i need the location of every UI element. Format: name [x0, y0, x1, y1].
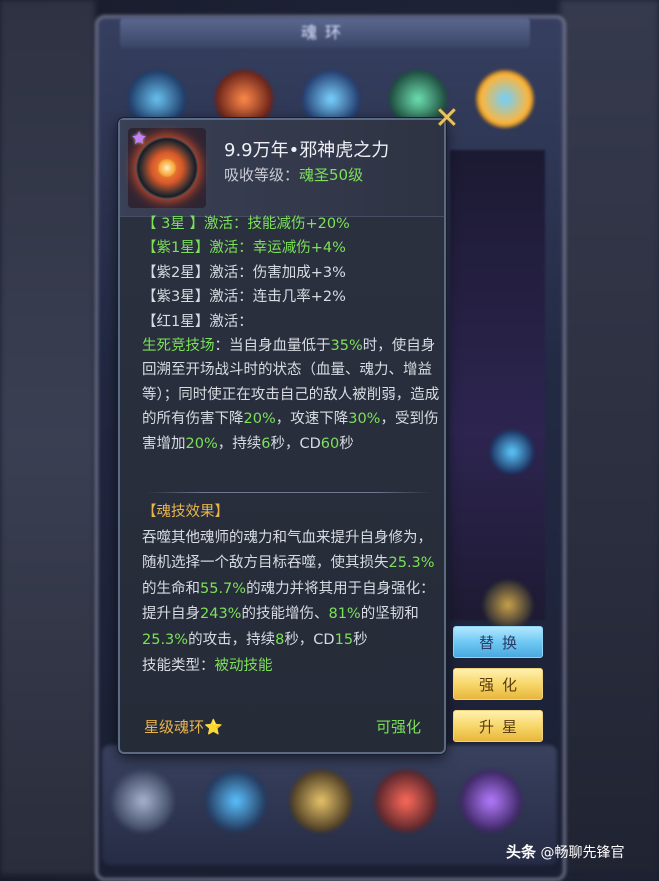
popup-header: ★ 9.9万年•邪神虎之力 吸收等级：魂圣50级 — [120, 120, 444, 217]
desc-text: ，持续 — [217, 435, 262, 452]
star-line: 【红1星】激活： — [142, 310, 442, 334]
star-effect: 伤害加成+3% — [252, 264, 346, 281]
can-enhance-status: 可强化 — [376, 718, 422, 736]
star-line: 【紫3星】激活：连击几率+2% — [142, 285, 442, 309]
desc-value: 15 — [334, 631, 354, 648]
desc-text: 的坚韧和 — [360, 606, 419, 623]
desc-value: 25.3% — [142, 631, 189, 648]
soul-ring-icon-frame: ★ — [128, 128, 206, 208]
background-bottom-icon — [112, 770, 174, 832]
star-tag: 【红1星】 — [142, 313, 210, 330]
star-tag: 【紫1星】 — [142, 240, 210, 257]
absorb-level: 吸收等级：魂圣50级 — [224, 164, 363, 185]
desc-value: 35% — [330, 337, 363, 354]
star-line: 【 3星 】激活：技能减伤+20% — [142, 212, 442, 236]
skill-effect-header: 【魂技效果】 — [142, 504, 229, 520]
background-bottom-icon — [290, 770, 352, 832]
skill-type-label: 技能类型： — [142, 657, 215, 674]
red-star-skill-name: 生死竞技场 — [142, 337, 215, 354]
desc-value: 30% — [348, 411, 381, 428]
desc-value: 81% — [328, 606, 361, 623]
star-soul-ring-label: 星级魂环⭐ — [144, 718, 223, 736]
skill-effect-description: 吞噬其他魂师的魂力和气血来提升自身修为，随机选择一个敌方目标吞噬，使其损失25.… — [142, 526, 442, 654]
background-bottom-icon — [205, 770, 267, 832]
soul-ring-detail-popup: ★ 9.9万年•邪神虎之力 吸收等级：魂圣50级 【 3星 】激活：技能减伤+2… — [118, 118, 446, 754]
star-line: 【紫1星】激活：幸运减伤+4% — [142, 236, 442, 260]
star-tag: 【紫2星】 — [142, 264, 210, 281]
star-label: 激活： — [209, 289, 253, 306]
background-left-area — [0, 0, 95, 875]
desc-text: 秒，CD — [270, 435, 321, 452]
watermark-account: @畅聊先锋官 — [540, 845, 625, 861]
background-right-area — [560, 0, 659, 875]
desc-value: 243% — [200, 606, 242, 623]
background-bottom-icon — [375, 770, 437, 832]
star-up-button[interactable]: 升星 — [453, 710, 543, 742]
desc-text: 秒 — [353, 631, 368, 648]
desc-value: 25.3% — [388, 555, 435, 572]
star-label: 激活： — [209, 313, 253, 330]
skill-type-value: 被动技能 — [214, 657, 273, 674]
star-tag: 【紫3星】 — [142, 289, 210, 306]
desc-text: 的攻击，持续 — [188, 631, 276, 648]
desc-value: 20% — [185, 435, 218, 452]
star-effect: 技能减伤+20% — [247, 216, 350, 232]
desc-text: 秒 — [339, 435, 354, 452]
desc-value: 8 — [275, 631, 285, 648]
watermark-brand: 头条 — [506, 843, 537, 861]
desc-value: 60 — [320, 435, 340, 452]
background-bottom-icon — [460, 770, 522, 832]
star-tag: 【 3星 】 — [142, 216, 204, 232]
red-star-skill-description: 生死竞技场：当自身血量低于35%时，使自身回溯至开场战斗时的状态（血量、魂力、增… — [142, 334, 442, 456]
skill-effect-section: 【魂技效果】 吞噬其他魂师的魂力和气血来提升自身修为，随机选择一个敌方目标吞噬，… — [142, 500, 442, 679]
background-window-title: 魂环 — [120, 18, 530, 48]
purple-star-icon: ★ — [131, 128, 148, 149]
background-side-panel — [450, 150, 545, 620]
watermark: 头条 @畅聊先锋官 — [506, 841, 624, 862]
desc-value: 20% — [243, 411, 276, 428]
star-label: 激活： — [209, 264, 253, 281]
background-ring-slot — [490, 430, 534, 474]
star-label: 激活： — [203, 216, 248, 232]
desc-value: 55.7% — [200, 580, 247, 597]
desc-text: 的生命和 — [142, 580, 200, 597]
star-effect: 连击几率+2% — [252, 289, 346, 306]
star-line: 【紫2星】激活：伤害加成+3% — [142, 261, 442, 285]
desc-text: ：当自身血量低于 — [214, 337, 331, 354]
soul-ring-title: 9.9万年•邪神虎之力 — [224, 140, 390, 161]
desc-text: 的技能增伤、 — [241, 606, 329, 623]
enhance-button[interactable]: 强化 — [453, 668, 543, 700]
close-icon[interactable]: ✕ — [432, 104, 462, 134]
desc-text: 秒，CD — [284, 631, 335, 648]
absorb-level-label: 吸收等级： — [224, 166, 300, 184]
background-ring-slot — [483, 580, 533, 630]
star-effect: 幸运减伤+4% — [252, 240, 346, 257]
background-ring-slot — [476, 70, 534, 128]
absorb-level-value: 魂圣50级 — [299, 166, 364, 184]
star-label: 激活： — [209, 240, 253, 257]
star-bonus-list: 【 3星 】激活：技能减伤+20% 【紫1星】激活：幸运减伤+4% 【紫2星】激… — [142, 212, 442, 456]
section-divider — [146, 492, 432, 493]
skill-type: 技能类型：被动技能 — [142, 654, 442, 680]
desc-text: ，攻速下降 — [275, 411, 349, 428]
replace-button[interactable]: 替换 — [453, 626, 543, 658]
